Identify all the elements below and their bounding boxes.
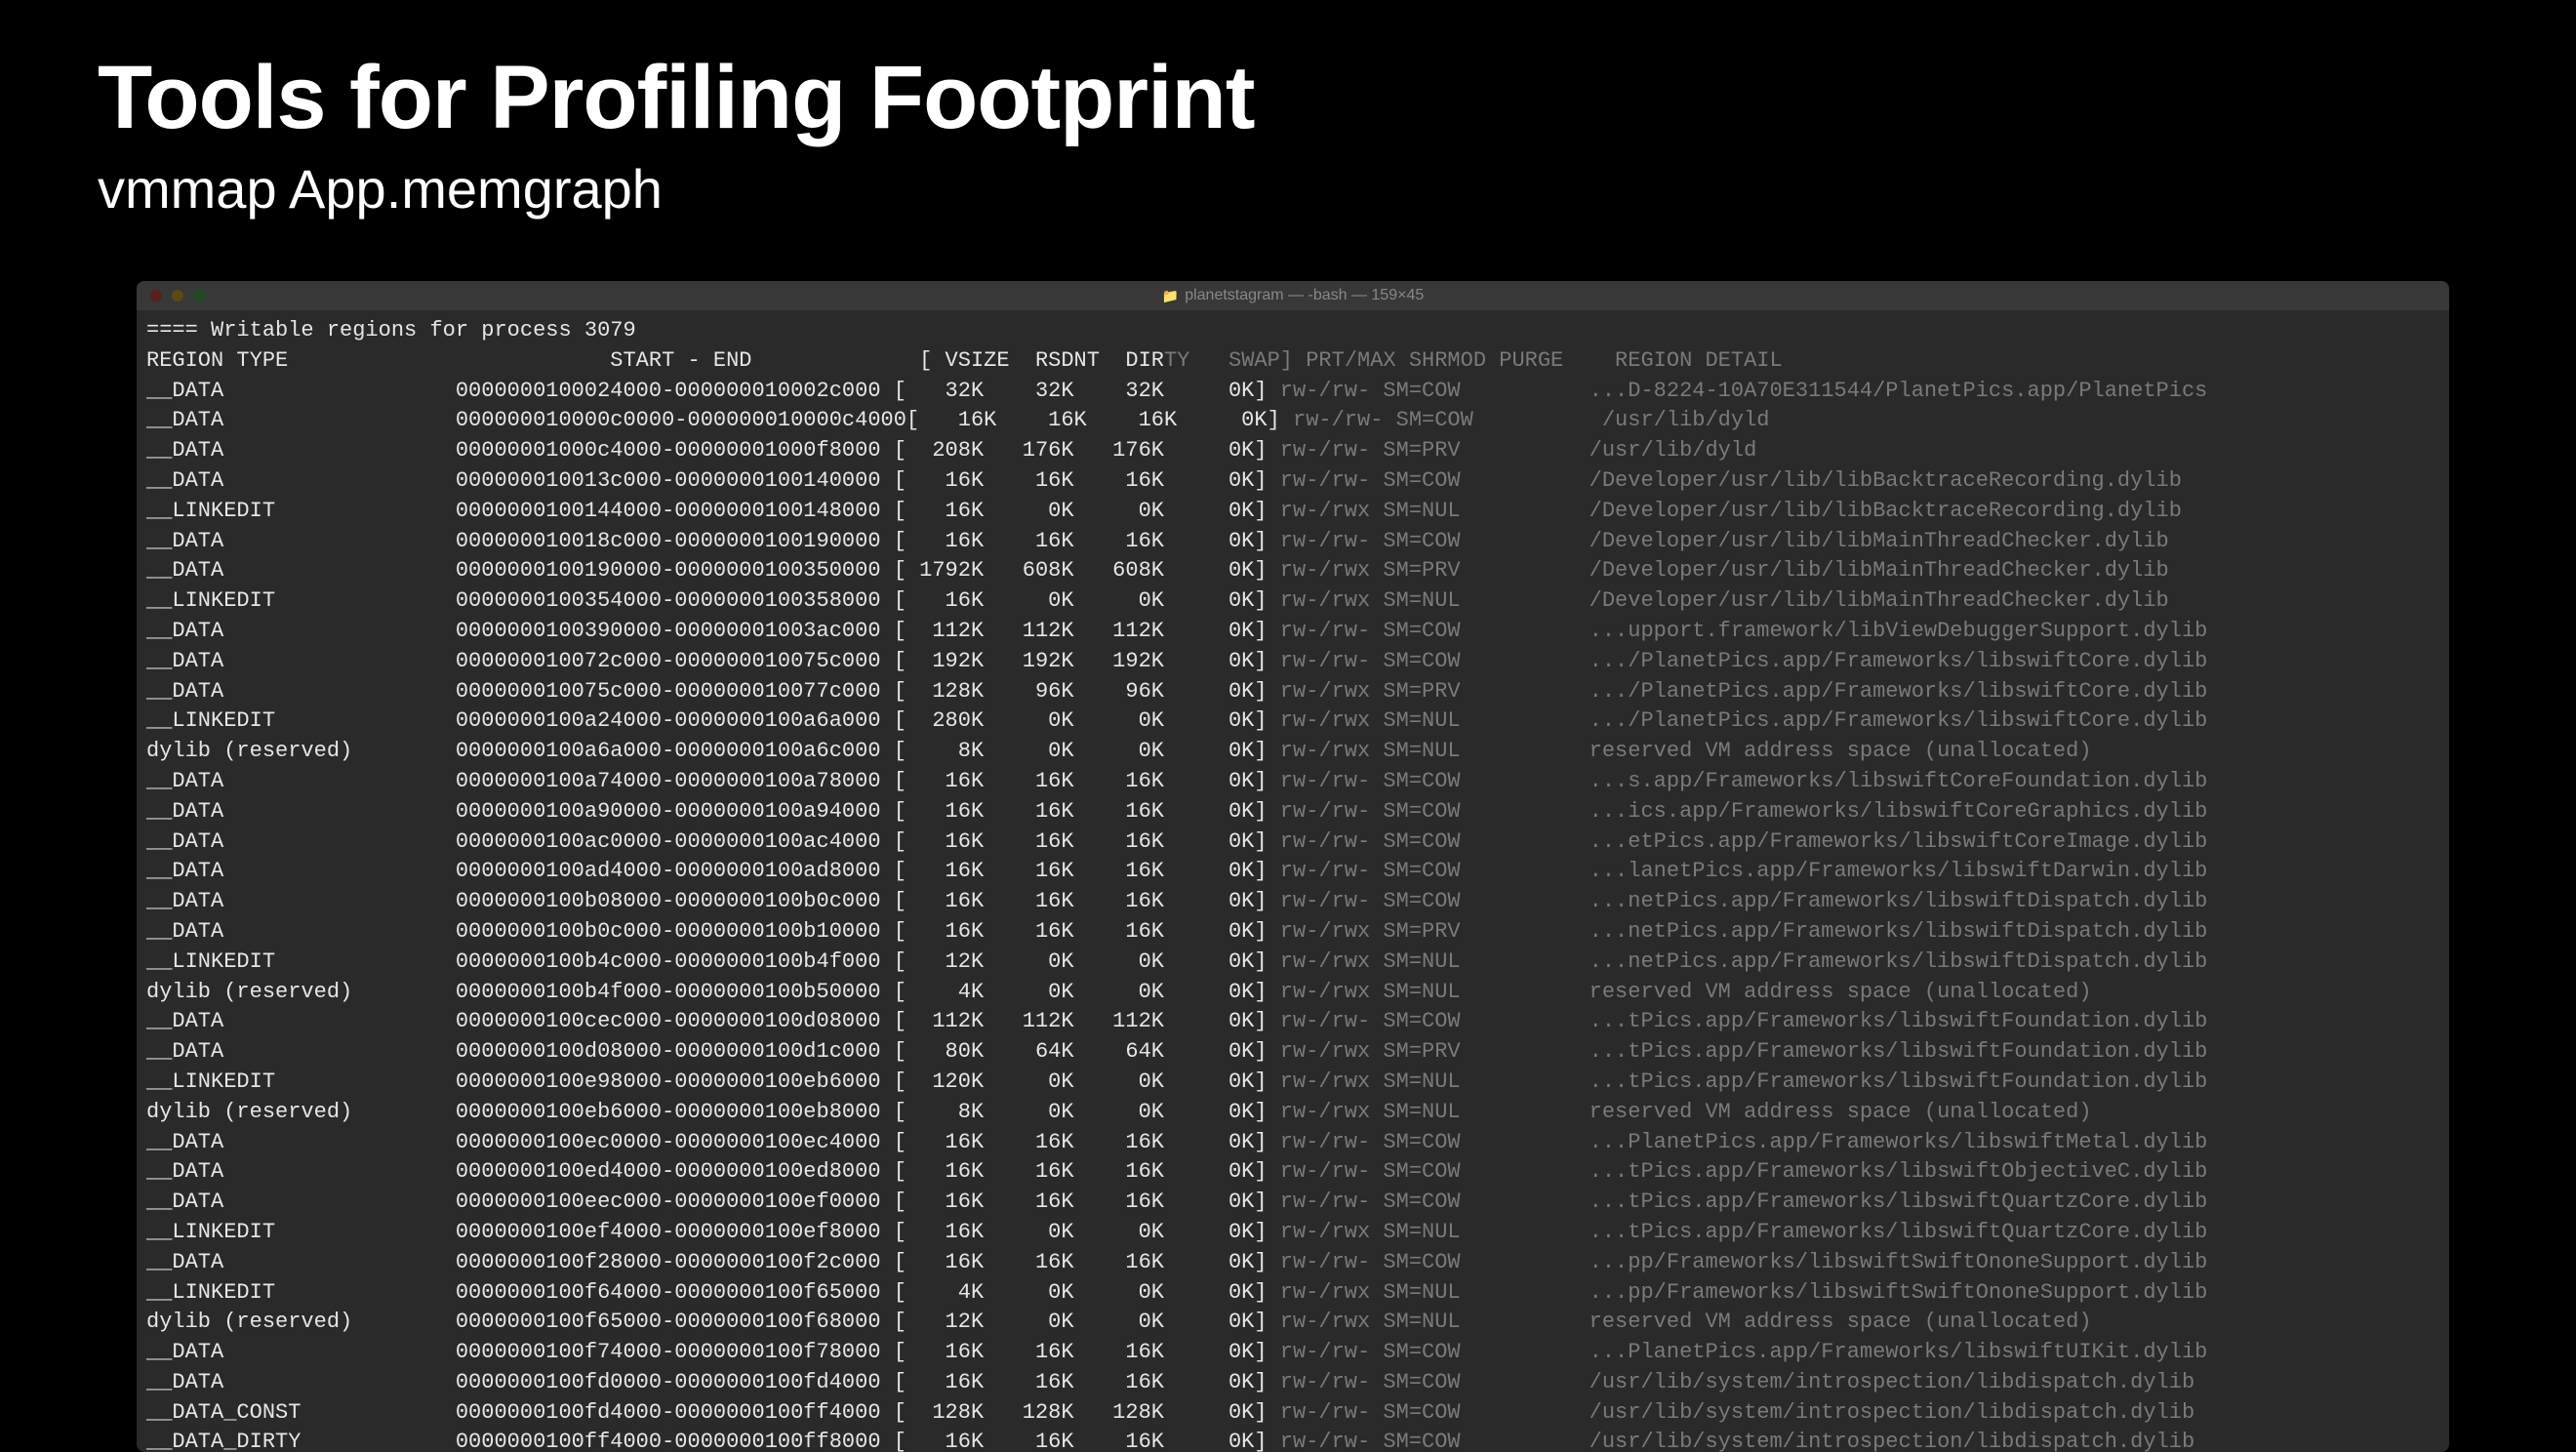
slide-title: Tools for Profiling Footprint	[98, 47, 2478, 149]
terminal-window: 📁 planetstagram — -bash — 159×45 ==== Wr…	[137, 281, 2449, 1452]
folder-icon: 📁	[1162, 288, 1179, 304]
terminal-output[interactable]: ==== Writable regions for process 3079 R…	[137, 310, 2449, 1452]
terminal-window-title-text: planetstagram — -bash — 159×45	[1185, 287, 1424, 304]
slide-subtitle: vmmap App.memgraph	[98, 157, 2478, 221]
terminal-window-title: 📁 planetstagram — -bash — 159×45	[137, 287, 2449, 304]
terminal-titlebar: 📁 planetstagram — -bash — 159×45	[137, 281, 2449, 310]
